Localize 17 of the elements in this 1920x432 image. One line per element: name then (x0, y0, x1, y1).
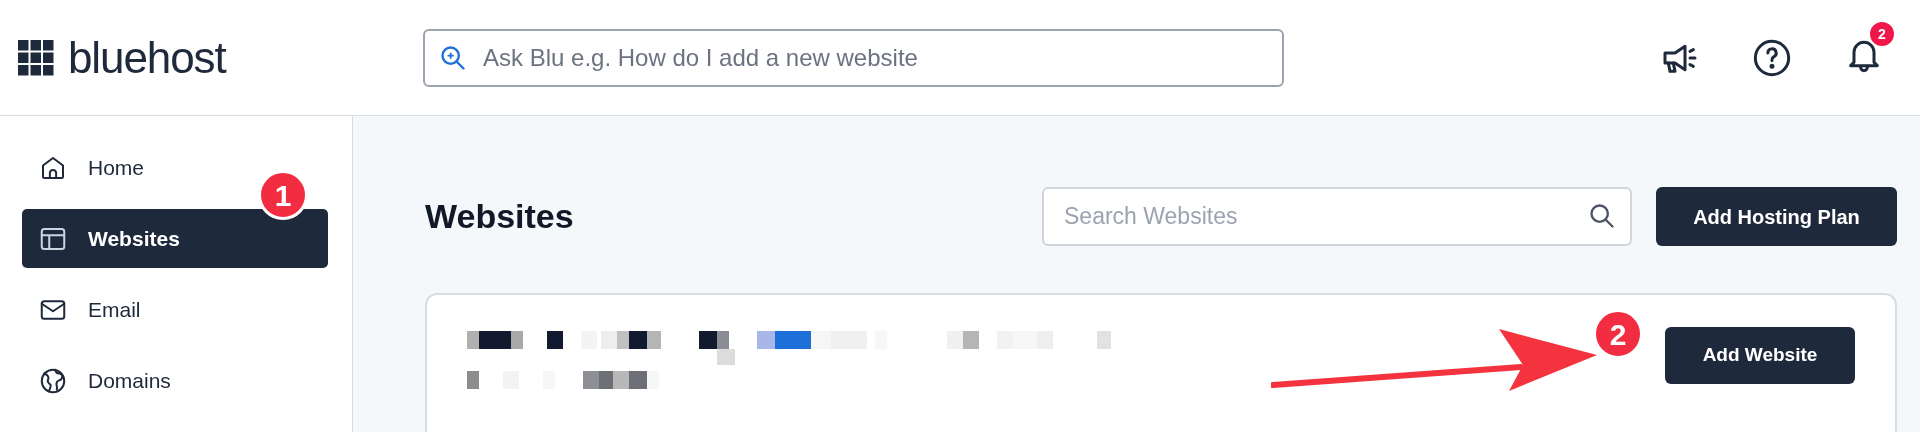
add-hosting-plan-button[interactable]: Add Hosting Plan (1656, 187, 1897, 246)
ask-field[interactable]: Ask Blu e.g. How do I add a new website (423, 28, 1284, 87)
sparkle-search-icon (439, 43, 467, 72)
sidebar-item[interactable]: Domains (22, 351, 187, 410)
page-title: Websites (425, 196, 575, 237)
help-icon[interactable] (1752, 37, 1792, 78)
step-marker: 2 (1593, 309, 1643, 359)
search-field[interactable]: Search Websites (1042, 187, 1632, 246)
add-website-button[interactable]: Add Website (1665, 327, 1855, 384)
search-icon (1588, 202, 1616, 230)
logo-grid-icon (18, 39, 54, 76)
sidebar-item[interactable]: Home (22, 138, 161, 197)
sidebar-item[interactable]: Websites (22, 209, 328, 268)
notification-count: 2 (1870, 22, 1894, 46)
logo-text: bluehost (68, 35, 226, 80)
step-marker: 1 (258, 170, 308, 220)
sidebar-item[interactable]: Email (22, 280, 157, 339)
